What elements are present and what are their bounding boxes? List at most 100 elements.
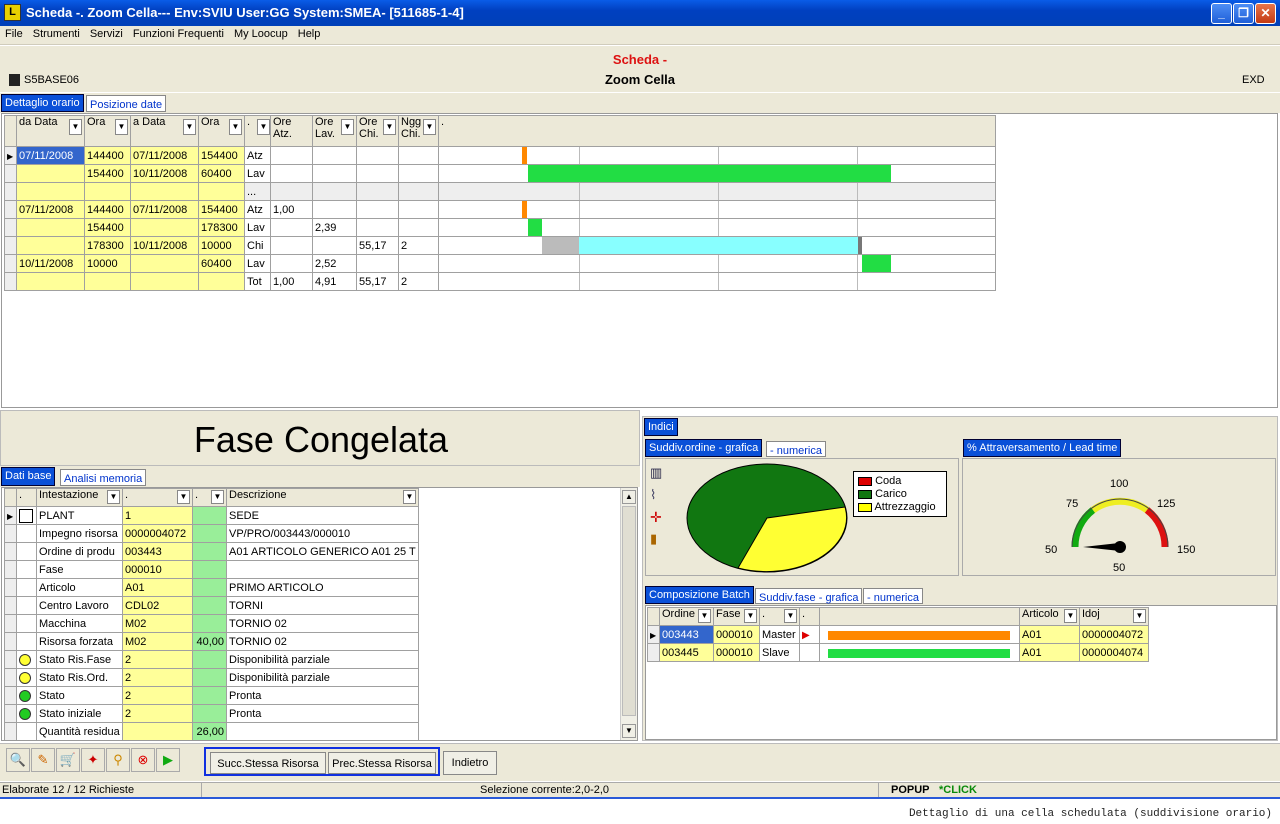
- checkbox-icon[interactable]: [19, 508, 33, 523]
- filter-dropdown-icon[interactable]: ▼: [383, 119, 396, 135]
- row-indicator[interactable]: [4, 560, 17, 579]
- col-intestazione[interactable]: Intestazione ▼: [36, 488, 123, 507]
- table-cell[interactable]: [226, 722, 419, 740]
- col-ordine[interactable]: Ordine ▼: [659, 607, 714, 626]
- table-cell[interactable]: [84, 182, 131, 201]
- table-cell[interactable]: [192, 542, 227, 561]
- table-cell[interactable]: [192, 506, 227, 525]
- table-cell[interactable]: 2,52: [312, 254, 357, 273]
- tab-suddiv-fase-grafica[interactable]: Suddiv.fase - grafica: [755, 588, 863, 604]
- table-cell[interactable]: [192, 560, 227, 579]
- minimize-button[interactable]: _: [1211, 3, 1232, 24]
- table-cell[interactable]: M02: [122, 632, 193, 651]
- table-cell[interactable]: 55,17: [356, 272, 399, 291]
- col-ore-lav[interactable]: Ore Lav. ▼: [312, 115, 357, 147]
- table-row[interactable]: Fase 000010: [4, 560, 419, 579]
- table-cell[interactable]: 0000004074: [1079, 643, 1149, 662]
- table-cell[interactable]: Fase: [36, 560, 123, 579]
- table-cell[interactable]: [130, 254, 199, 273]
- tab-composizione-batch[interactable]: Composizione Batch: [645, 586, 754, 604]
- table-cell[interactable]: [192, 668, 227, 687]
- row-indicator[interactable]: [4, 164, 17, 183]
- table-cell[interactable]: [270, 182, 313, 201]
- table-row[interactable]: Articolo A01 PRIMO ARTICOLO: [4, 578, 419, 597]
- maximize-button[interactable]: ❐: [1233, 3, 1254, 24]
- line-chart-icon[interactable]: ⌇: [650, 487, 674, 509]
- table-row[interactable]: 07/11/2008 144400 07/11/2008 154400 Atz 1,00: [4, 200, 996, 219]
- table-cell[interactable]: SEDE: [226, 506, 419, 525]
- table-cell[interactable]: [192, 524, 227, 543]
- col-ore-atz[interactable]: Ore Atz.: [270, 115, 313, 147]
- col-ngg-chi[interactable]: Ngg Chi. ▼: [398, 115, 439, 147]
- table-cell[interactable]: Macchina: [36, 614, 123, 633]
- row-indicator[interactable]: [4, 650, 17, 669]
- tab-indici[interactable]: Indici: [644, 418, 678, 436]
- table-row[interactable]: Impegno risorsa 0000004072 VP/PRO/003443/0…: [4, 524, 419, 543]
- table-row[interactable]: Tot 1,00 4,91 55,17 2: [4, 272, 996, 291]
- filter-dropdown-icon[interactable]: ▼: [744, 609, 757, 623]
- row-indicator[interactable]: ▶: [647, 625, 660, 644]
- table-cell[interactable]: TORNIO 02: [226, 632, 419, 651]
- table-cell[interactable]: [192, 614, 227, 633]
- table-row[interactable]: 154400 10/11/2008 60400 Lav: [4, 164, 996, 183]
- row-indicator[interactable]: [4, 722, 17, 740]
- scroll-down-icon[interactable]: ▼: [622, 724, 636, 738]
- table-cell[interactable]: [398, 146, 439, 165]
- table-cell[interactable]: [16, 164, 85, 183]
- close-button[interactable]: ✕: [1255, 3, 1276, 24]
- tab-dettaglio-orario[interactable]: Dettaglio orario: [1, 94, 84, 112]
- table-cell[interactable]: PRIMO ARTICOLO: [226, 578, 419, 597]
- table-cell[interactable]: [270, 236, 313, 255]
- col-valore[interactable]: . ▼: [122, 488, 193, 507]
- table-row[interactable]: Stato 2 Pronta: [4, 686, 419, 705]
- table-cell[interactable]: 2: [122, 686, 193, 705]
- filter-dropdown-icon[interactable]: ▼: [698, 609, 711, 623]
- row-indicator[interactable]: [4, 614, 17, 633]
- table-cell[interactable]: [312, 236, 357, 255]
- filter-dropdown-icon[interactable]: ▼: [211, 490, 224, 504]
- filter-dropdown-icon[interactable]: ▼: [177, 490, 190, 504]
- table-cell[interactable]: 0000004072: [1079, 625, 1149, 644]
- table-cell[interactable]: 000010: [122, 560, 193, 579]
- col-ora-2[interactable]: Ora ▼: [198, 115, 245, 147]
- table-cell[interactable]: 2: [122, 668, 193, 687]
- book-icon[interactable]: ▥: [650, 465, 674, 487]
- table-cell[interactable]: [398, 200, 439, 219]
- table-cell[interactable]: ...: [244, 182, 271, 201]
- table-cell[interactable]: Lav: [244, 164, 271, 183]
- row-indicator[interactable]: ▶: [4, 506, 17, 525]
- table-cell[interactable]: [192, 686, 227, 705]
- col-valore-2[interactable]: . ▼: [192, 488, 227, 507]
- table-cell[interactable]: [398, 164, 439, 183]
- table-row[interactable]: 003445 000010 Slave A01 0000004074: [647, 643, 1149, 662]
- table-cell[interactable]: Master: [759, 625, 800, 644]
- table-cell[interactable]: [130, 182, 199, 201]
- table-cell[interactable]: Ordine di produ: [36, 542, 123, 561]
- table-row[interactable]: Ordine di produ 003443 A01 ARTICOLO GENERI…: [4, 542, 419, 561]
- table-cell[interactable]: Tot: [244, 272, 271, 291]
- indietro-button[interactable]: Indietro: [443, 751, 497, 775]
- row-indicator[interactable]: [4, 578, 17, 597]
- filter-dropdown-icon[interactable]: ▼: [784, 609, 797, 623]
- scroll-thumb[interactable]: [622, 506, 636, 716]
- table-cell[interactable]: TORNI: [226, 596, 419, 615]
- table-cell[interactable]: 1,00: [270, 272, 313, 291]
- table-cell[interactable]: [122, 722, 193, 740]
- tab-dati-base[interactable]: Dati base: [1, 467, 56, 486]
- table-cell[interactable]: Stato Ris.Ord.: [36, 668, 123, 687]
- table-cell[interactable]: [312, 182, 357, 201]
- table-cell[interactable]: [356, 254, 399, 273]
- row-indicator[interactable]: [4, 704, 17, 723]
- table-row[interactable]: Macchina M02 TORNIO 02: [4, 614, 419, 633]
- filter-dropdown-icon[interactable]: ▼: [107, 490, 120, 504]
- table-row[interactable]: 154400 178300 Lav 2,39: [4, 218, 996, 237]
- bar-chart-icon[interactable]: ▮: [650, 531, 674, 553]
- table-cell[interactable]: A01: [122, 578, 193, 597]
- table-cell[interactable]: Stato: [36, 686, 123, 705]
- row-indicator[interactable]: [4, 236, 17, 255]
- table-row[interactable]: 178300 10/11/2008 10000 Chi 55,17 2: [4, 236, 996, 255]
- table-row[interactable]: Centro Lavoro CDL02 TORNI: [4, 596, 419, 615]
- col-type[interactable]: . ▼: [244, 115, 271, 147]
- table-cell[interactable]: Slave: [759, 643, 800, 662]
- table-cell[interactable]: 26,00: [192, 722, 227, 740]
